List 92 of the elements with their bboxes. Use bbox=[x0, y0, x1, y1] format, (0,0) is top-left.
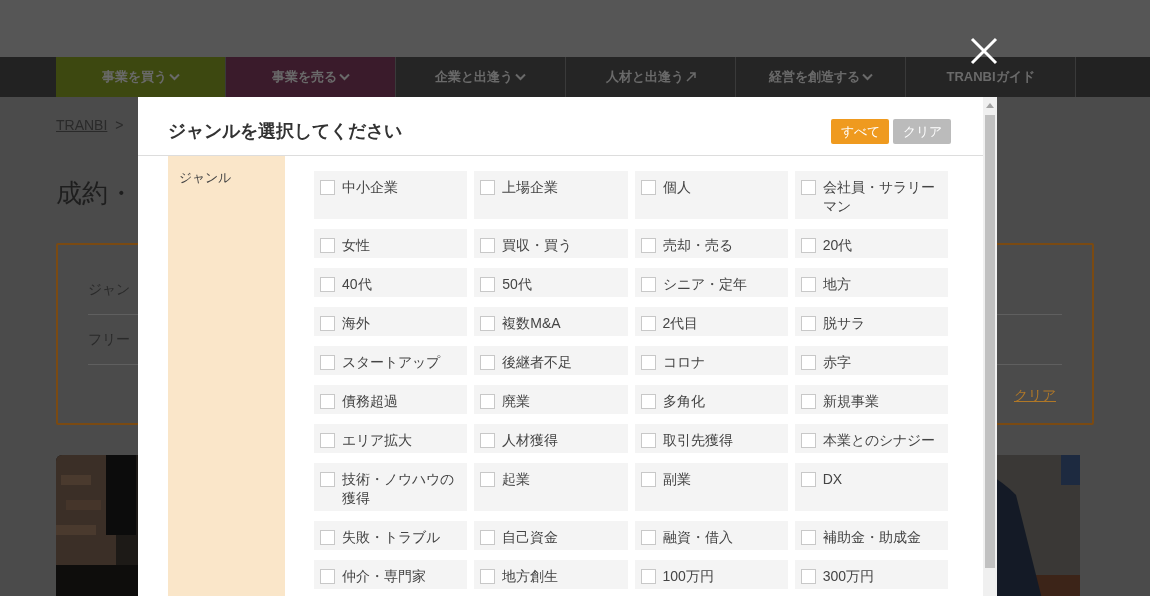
checkbox[interactable] bbox=[480, 355, 496, 370]
genre-option[interactable]: 地方 bbox=[794, 268, 948, 297]
checkbox[interactable] bbox=[640, 355, 656, 370]
genre-option[interactable]: 多角化 bbox=[634, 385, 788, 414]
genre-option[interactable]: エリア拡大 bbox=[314, 424, 468, 453]
genre-option[interactable]: 上場企業 bbox=[474, 171, 628, 219]
genre-option[interactable]: 2代目 bbox=[634, 307, 788, 336]
genre-option[interactable]: 50代 bbox=[474, 268, 628, 297]
checkbox[interactable] bbox=[320, 433, 335, 448]
genre-option[interactable]: 40代 bbox=[314, 268, 468, 297]
genre-option[interactable]: 仲介・専門家 bbox=[314, 560, 468, 589]
checkbox[interactable] bbox=[480, 180, 496, 195]
checkbox[interactable] bbox=[640, 433, 656, 448]
checkbox[interactable] bbox=[320, 530, 335, 545]
checkbox[interactable] bbox=[640, 530, 656, 545]
genre-option[interactable]: DX bbox=[794, 463, 948, 511]
genre-option[interactable]: 新規事業 bbox=[794, 385, 948, 414]
genre-option[interactable]: 赤字 bbox=[794, 346, 948, 375]
checkbox[interactable] bbox=[480, 433, 496, 448]
genre-option[interactable]: 会社員・サラリーマン bbox=[794, 171, 948, 219]
checkbox[interactable] bbox=[480, 472, 496, 487]
checkbox[interactable] bbox=[320, 394, 335, 409]
genre-option[interactable]: 失敗・トラブル bbox=[314, 521, 468, 550]
checkbox[interactable] bbox=[800, 316, 816, 331]
genre-option[interactable]: 複数M&A bbox=[474, 307, 628, 336]
checkbox[interactable] bbox=[320, 238, 335, 253]
genre-option[interactable]: 本業とのシナジー bbox=[794, 424, 948, 453]
checkbox[interactable] bbox=[640, 316, 656, 331]
checkbox[interactable] bbox=[640, 472, 656, 487]
checkbox[interactable] bbox=[320, 316, 335, 331]
genre-option[interactable]: 融資・借入 bbox=[634, 521, 788, 550]
scroll-up-icon[interactable] bbox=[986, 102, 994, 108]
genre-option[interactable]: 20代 bbox=[794, 229, 948, 258]
checkbox[interactable] bbox=[480, 394, 496, 409]
breadcrumb-separator: > bbox=[115, 116, 124, 135]
checkbox[interactable] bbox=[320, 569, 335, 584]
genre-label: ジャンル bbox=[179, 169, 231, 187]
genre-option[interactable]: 人材獲得 bbox=[474, 424, 628, 453]
checkbox[interactable] bbox=[480, 569, 496, 584]
genre-option[interactable]: 後継者不足 bbox=[474, 346, 628, 375]
checkbox[interactable] bbox=[320, 180, 335, 195]
genre-option[interactable]: スタートアップ bbox=[314, 346, 468, 375]
genre-option[interactable]: 海外 bbox=[314, 307, 468, 336]
checkbox[interactable] bbox=[480, 316, 496, 331]
genre-option[interactable]: 個人 bbox=[634, 171, 788, 219]
chevron-down-icon bbox=[168, 73, 180, 81]
genre-option[interactable]: 自己資金 bbox=[474, 521, 628, 550]
genre-option[interactable]: 補助金・助成金 bbox=[794, 521, 948, 550]
genre-option[interactable]: 脱サラ bbox=[794, 307, 948, 336]
checkbox[interactable] bbox=[800, 355, 816, 370]
checkbox[interactable] bbox=[800, 277, 816, 292]
genre-option[interactable]: 地方創生 bbox=[474, 560, 628, 589]
checkbox[interactable] bbox=[800, 394, 816, 409]
checkbox[interactable] bbox=[320, 355, 335, 370]
close-icon[interactable] bbox=[970, 37, 998, 65]
genre-option[interactable]: 女性 bbox=[314, 229, 468, 258]
checkbox[interactable] bbox=[800, 180, 816, 195]
genre-option[interactable]: 副業 bbox=[634, 463, 788, 511]
checkbox[interactable] bbox=[480, 277, 496, 292]
checkbox[interactable] bbox=[800, 472, 816, 487]
checkbox[interactable] bbox=[640, 394, 656, 409]
genre-option[interactable]: 債務超過 bbox=[314, 385, 468, 414]
genre-option[interactable]: 廃業 bbox=[474, 385, 628, 414]
genre-option[interactable]: 技術・ノウハウの獲得 bbox=[314, 463, 468, 511]
checkbox[interactable] bbox=[640, 238, 656, 253]
genre-option[interactable]: 起業 bbox=[474, 463, 628, 511]
genre-option[interactable]: 売却・売る bbox=[634, 229, 788, 258]
checkbox[interactable] bbox=[640, 569, 656, 584]
checkbox[interactable] bbox=[480, 530, 496, 545]
scrollbar[interactable] bbox=[983, 97, 997, 596]
genre-option[interactable]: 取引先獲得 bbox=[634, 424, 788, 453]
genre-option[interactable]: 100万円 bbox=[634, 560, 788, 589]
chevron-down-icon bbox=[338, 73, 350, 81]
scrollbar-thumb[interactable] bbox=[985, 115, 995, 568]
genre-option[interactable]: 中小企業 bbox=[314, 171, 468, 219]
checkbox[interactable] bbox=[320, 472, 335, 487]
checkbox[interactable] bbox=[800, 238, 816, 253]
modal-title: ジャンルを選択してください bbox=[168, 120, 402, 143]
genre-option[interactable]: コロナ bbox=[634, 346, 788, 375]
genre-option[interactable]: 300万円 bbox=[794, 560, 948, 589]
checkbox[interactable] bbox=[800, 569, 816, 584]
checkbox[interactable] bbox=[320, 277, 335, 292]
genre-option[interactable]: 買収・買う bbox=[474, 229, 628, 258]
checkbox[interactable] bbox=[800, 433, 816, 448]
chevron-down-icon bbox=[515, 73, 526, 81]
checkbox[interactable] bbox=[640, 180, 656, 195]
arrow-up-right-icon bbox=[685, 72, 696, 82]
checkbox[interactable] bbox=[640, 277, 656, 292]
checkbox[interactable] bbox=[800, 530, 816, 545]
checkbox[interactable] bbox=[480, 238, 496, 253]
chevron-down-icon bbox=[861, 73, 873, 81]
genre-option[interactable]: シニア・定年 bbox=[634, 268, 788, 297]
